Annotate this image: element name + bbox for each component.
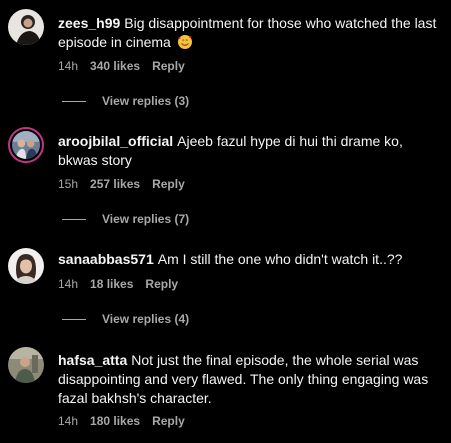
reply-button[interactable]: Reply [152,59,185,73]
view-replies-label: View replies (3) [102,94,190,108]
username[interactable]: aroojbilal_official [58,133,173,149]
comment-text: hafsa_atta Not just the final episode, th… [58,351,443,408]
divider-line [62,100,86,102]
view-replies-label: View replies (7) [102,212,190,226]
avatar[interactable] [8,248,44,284]
divider-line [62,218,86,220]
likes-count[interactable]: 340 likes [90,59,140,73]
reply-button[interactable]: Reply [145,277,178,291]
avatar[interactable] [8,9,44,45]
view-replies-button[interactable]: View replies (3) [62,94,189,108]
timestamp: 14h [58,277,79,291]
comment-meta: 14h 18 likes Reply [58,277,178,291]
avatar[interactable] [8,127,44,163]
comment-meta: 14h 180 likes Reply [58,414,185,428]
timestamp: 15h [58,177,79,191]
comment-meta: 15h 257 likes Reply [58,177,185,191]
comment-text: zees_h99 Big disappointment for those who… [58,14,443,52]
view-replies-button[interactable]: View replies (4) [62,312,189,326]
comment-text: aroojbilal_official Ajeeb fazul hype di h… [58,132,443,170]
smiling-face-with-hearts-icon [177,35,192,49]
reply-button[interactable]: Reply [152,177,185,191]
reply-button[interactable]: Reply [152,414,185,428]
comment-body: aroojbilal_official Ajeeb fazul hype di h… [58,132,443,170]
timestamp: 14h [58,59,79,73]
avatar[interactable] [8,347,44,383]
likes-count[interactable]: 18 likes [90,277,133,291]
view-replies-button[interactable]: View replies (7) [62,212,189,226]
username[interactable]: hafsa_atta [58,352,127,368]
username[interactable]: sanaabbas571 [58,251,154,267]
comment-body: hafsa_atta Not just the final episode, th… [58,351,443,408]
comment-body: sanaabbas571 Am I still the one who didn'… [58,250,443,269]
comment-content: Am I still the one who didn't watch it..… [157,251,403,267]
divider-line [62,318,86,320]
likes-count[interactable]: 180 likes [90,414,140,428]
comment-text: sanaabbas571 Am I still the one who didn'… [58,250,443,269]
username[interactable]: zees_h99 [58,15,120,31]
comment-meta: 14h 340 likes Reply [58,59,185,73]
view-replies-label: View replies (4) [102,312,190,326]
comment-body: zees_h99 Big disappointment for those who… [58,14,443,52]
timestamp: 14h [58,414,79,428]
likes-count[interactable]: 257 likes [90,177,140,191]
